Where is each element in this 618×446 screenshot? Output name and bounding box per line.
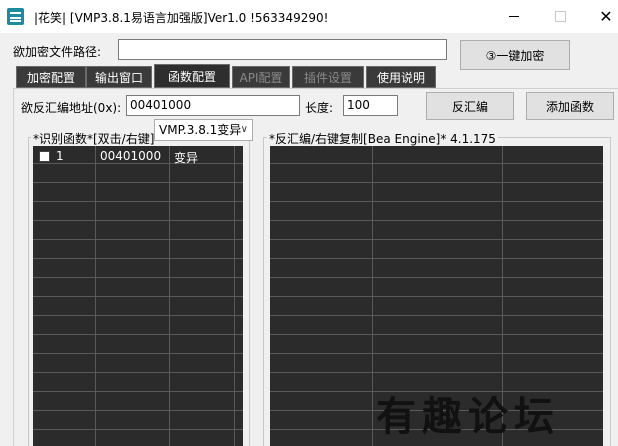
function-index: 1 <box>56 149 64 163</box>
table-row <box>270 317 603 335</box>
minimize-button[interactable] <box>492 0 536 33</box>
table-row <box>33 165 243 183</box>
table-row <box>270 279 603 297</box>
table-row <box>33 279 243 297</box>
tab-function-config[interactable]: 函数配置 <box>154 64 230 88</box>
disassemble-button[interactable]: 反汇编 <box>426 92 514 120</box>
disassembly-title: *反汇编/右键复制[Bea Engine]* 4.1.175 <box>267 130 498 147</box>
table-row[interactable]: 1 00401000 变异 <box>33 146 243 165</box>
path-label: 欲加密文件路径: <box>13 45 102 59</box>
file-path-input[interactable] <box>118 39 447 60</box>
title-bar: |花笑| [VMP3.8.1易语言加强版]Ver1.0 !563349290! … <box>0 0 618 33</box>
table-row <box>33 298 243 316</box>
maximize-button[interactable] <box>538 0 582 33</box>
tab-instructions[interactable]: 使用说明 <box>366 66 436 88</box>
table-row <box>33 222 243 240</box>
column-divider <box>372 146 373 446</box>
column-divider <box>169 146 170 446</box>
table-row <box>270 203 603 221</box>
forum-watermark: 有趣论坛 <box>376 393 560 440</box>
function-mode: 变异 <box>174 151 199 165</box>
column-divider <box>234 146 235 446</box>
table-row <box>33 260 243 278</box>
table-row <box>33 431 243 446</box>
table-row <box>33 412 243 430</box>
close-button[interactable]: ✕ <box>584 0 618 33</box>
vmp-mode-value: VMP.3.8.1变异 <box>159 123 242 137</box>
table-row <box>270 222 603 240</box>
table-row <box>270 336 603 354</box>
table-row <box>270 298 603 316</box>
table-row <box>270 165 603 183</box>
app-icon <box>7 8 24 25</box>
disasm-address-input[interactable]: 00401000 <box>126 95 300 116</box>
length-input[interactable]: 100 <box>343 95 398 116</box>
table-row <box>270 184 603 202</box>
tab-api-config[interactable]: API配置 <box>232 66 290 88</box>
table-row <box>33 336 243 354</box>
table-row <box>270 146 603 164</box>
disasm-address-label: 欲反汇编地址(0x): <box>21 101 122 115</box>
function-list-title: *识别函数*[双击/右键] <box>31 130 157 147</box>
tab-plugin-settings[interactable]: 插件设置 <box>292 66 364 88</box>
table-row <box>33 203 243 221</box>
table-row <box>270 241 603 259</box>
column-divider <box>95 146 96 446</box>
table-row <box>33 374 243 392</box>
table-row <box>33 355 243 373</box>
table-row <box>33 393 243 411</box>
vmp-mode-select[interactable]: VMP.3.8.1变异 ∨ <box>154 119 253 141</box>
table-row <box>33 184 243 202</box>
tab-encrypt-config[interactable]: 加密配置 <box>16 66 86 88</box>
one-click-encrypt-button[interactable]: ③一键加密 <box>460 40 570 70</box>
table-row <box>33 317 243 335</box>
table-row <box>270 260 603 278</box>
tab-output-window[interactable]: 输出窗口 <box>86 66 152 88</box>
table-row <box>33 241 243 259</box>
length-label: 长度: <box>305 101 334 115</box>
window-title: |花笑| [VMP3.8.1易语言加强版]Ver1.0 !563349290! <box>34 11 329 25</box>
function-address: 00401000 <box>100 149 162 163</box>
chevron-down-icon: ∨ <box>240 124 248 135</box>
function-list-grid[interactable]: 1 00401000 变异 <box>33 146 243 446</box>
function-checkbox[interactable] <box>39 151 50 162</box>
table-row <box>270 355 603 373</box>
add-function-button[interactable]: 添加函数 <box>526 92 614 120</box>
